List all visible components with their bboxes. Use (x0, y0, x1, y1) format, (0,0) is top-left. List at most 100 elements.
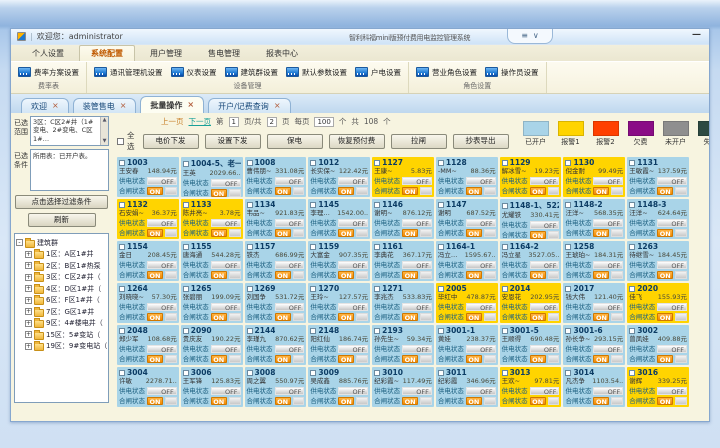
supply-status-value[interactable]: OFF (147, 261, 177, 269)
doc-tab-4[interactable]: 开户/记费查询× (208, 98, 290, 113)
tool-button-6[interactable]: 抄表导出 (453, 134, 509, 149)
meter-card[interactable]: 1155唐海通544.28元供电状态OFF合闸状态ON (181, 241, 243, 281)
meter-card[interactable]: 3008周之翼550.97元供电状态OFF合闸状态ON (245, 367, 307, 407)
supply-status-value[interactable]: OFF (275, 303, 305, 311)
meter-card[interactable]: 2017钱大伟121.40元供电状态OFF合闸状态ON (563, 283, 625, 323)
supply-status-value[interactable]: OFF (275, 219, 305, 227)
meter-checkbox[interactable] (247, 202, 253, 208)
meter-checkbox[interactable] (502, 160, 508, 166)
meter-checkbox[interactable] (565, 202, 571, 208)
tool-button-5[interactable]: 拉闸 (391, 134, 447, 149)
switch-status-value[interactable]: ON (593, 397, 609, 405)
switch-status-value[interactable]: ON (657, 229, 673, 237)
meter-checkbox[interactable] (629, 202, 635, 208)
supply-status-value[interactable]: OFF (402, 261, 432, 269)
meter-card[interactable]: 1270王玲~127.57元供电状态OFF合闸状态ON (308, 283, 370, 323)
meter-card[interactable]: 3001-1黄娃238.37元供电状态OFF合闸状态ON (436, 325, 498, 365)
switch-status-value[interactable]: ON (593, 187, 609, 195)
supply-status-value[interactable]: OFF (275, 261, 305, 269)
supply-status-value[interactable]: OFF (466, 345, 496, 353)
meter-card[interactable]: 3013王欢~97.81元供电状态OFF合闸状态ON (500, 367, 562, 407)
switch-status-value[interactable]: ON (211, 313, 227, 321)
supply-status-value[interactable]: OFF (338, 219, 368, 227)
ribbon-button[interactable]: 默认参数设置 (282, 65, 351, 80)
meter-card[interactable]: 3001-6孙长争~293.15元供电状态OFF合闸状态ON (563, 325, 625, 365)
switch-status-value[interactable]: ON (402, 187, 418, 195)
tree-item[interactable]: +6区：F区1#井（ (25, 295, 107, 305)
supply-status-value[interactable]: OFF (211, 387, 241, 395)
meter-card[interactable]: 2005毕红中478.87元供电状态OFF合闸状态ON (436, 283, 498, 323)
next-page-link[interactable]: 下一页 (189, 116, 212, 127)
meter-checkbox[interactable] (310, 244, 316, 250)
supply-status-value[interactable]: OFF (593, 219, 623, 227)
ribbon-tab-2[interactable]: 系统配置 (79, 45, 135, 61)
supply-status-value[interactable]: OFF (593, 303, 623, 311)
tool-button-3[interactable]: 保电 (267, 134, 323, 149)
meter-checkbox[interactable] (310, 328, 316, 334)
supply-status-value[interactable]: OFF (275, 387, 305, 395)
supply-status-value[interactable]: OFF (466, 219, 496, 227)
meter-checkbox[interactable] (565, 244, 571, 250)
meter-card[interactable]: 2193孙先生~59.34元供电状态OFF合闸状态ON (372, 325, 434, 365)
tool-button-2[interactable]: 设置下发 (205, 134, 261, 149)
switch-status-value[interactable]: ON (530, 271, 546, 279)
switch-status-value[interactable]: ON (338, 187, 354, 195)
meter-checkbox[interactable] (438, 328, 444, 334)
meter-checkbox[interactable] (374, 328, 380, 334)
meter-checkbox[interactable] (119, 286, 125, 292)
meter-card[interactable]: 2090贵庆友190.22元供电状态OFF合闸状态ON (181, 325, 243, 365)
meter-checkbox[interactable] (629, 160, 635, 166)
meter-card[interactable]: 1159大富金907.35元供电状态OFF合闸状态ON (308, 241, 370, 281)
close-icon[interactable]: × (52, 102, 59, 110)
switch-status-value[interactable]: ON (657, 271, 673, 279)
meter-checkbox[interactable] (183, 286, 189, 292)
supply-status-value[interactable]: OFF (530, 303, 560, 311)
switch-status-value[interactable]: ON (147, 271, 163, 279)
meter-card[interactable]: 3004许敏2278.71..供电状态OFF合闸状态ON (117, 367, 179, 407)
meter-card[interactable]: 1164-2冯立星3527.05..供电状态OFF合闸状态ON (500, 241, 562, 281)
meter-card[interactable]: 1131王敏霞~137.59元供电状态OFF合闸状态ON (627, 157, 689, 197)
switch-status-value[interactable]: ON (657, 187, 673, 195)
supply-status-value[interactable]: OFF (657, 219, 687, 227)
switch-status-value[interactable]: ON (530, 187, 546, 195)
ribbon-collapse-icon[interactable]: ≡ (521, 32, 528, 40)
switch-status-value[interactable]: ON (530, 313, 546, 321)
meter-checkbox[interactable] (438, 202, 444, 208)
supply-status-value[interactable]: OFF (147, 387, 177, 395)
tree-item[interactable]: +9区：4#楼电井（ (25, 318, 107, 328)
meter-checkbox[interactable] (247, 328, 253, 334)
meter-card[interactable]: 2048郑少军108.68元供电状态OFF合闸状态ON (117, 325, 179, 365)
supply-status-value[interactable]: OFF (211, 219, 241, 227)
switch-status-value[interactable]: ON (338, 271, 354, 279)
scroll-up-icon[interactable]: ▲ (103, 117, 107, 124)
switch-status-value[interactable]: ON (402, 229, 418, 237)
supply-status-value[interactable]: OFF (211, 303, 241, 311)
expand-icon[interactable]: + (25, 285, 32, 292)
switch-status-value[interactable]: ON (275, 313, 291, 321)
switch-status-value[interactable]: ON (593, 271, 609, 279)
expand-icon[interactable]: + (25, 343, 32, 350)
switch-status-value[interactable]: ON (657, 313, 673, 321)
ribbon-tab-4[interactable]: 售电管理 (197, 46, 251, 61)
meter-card[interactable]: 1148-3汪洋~624.64元供电状态OFF合闸状态ON (627, 199, 689, 239)
meter-checkbox[interactable] (374, 286, 380, 292)
meter-checkbox[interactable] (119, 370, 125, 376)
switch-status-value[interactable]: ON (275, 229, 291, 237)
meter-checkbox[interactable] (502, 203, 508, 209)
meter-checkbox[interactable] (247, 286, 253, 292)
meter-checkbox[interactable] (247, 244, 253, 250)
expand-icon[interactable]: + (25, 251, 32, 258)
switch-status-value[interactable]: ON (275, 271, 291, 279)
meter-card[interactable]: 1132石安娟~36.37元供电状态OFF合闸状态ON (117, 199, 179, 239)
meter-card[interactable]: 1263待继雪~184.45元供电状态OFF合闸状态ON (627, 241, 689, 281)
meter-card[interactable]: 1264刘晓晓~57.30元供电状态OFF合闸状态ON (117, 283, 179, 323)
meter-card[interactable]: 2144李瑾九870.62元供电状态OFF合闸状态ON (245, 325, 307, 365)
meter-card[interactable]: 1129解冰雪~19.23元供电状态OFF合闸状态ON (500, 157, 562, 197)
doc-tab-2[interactable]: 装管售电× (73, 98, 137, 113)
switch-status-value[interactable]: ON (338, 313, 354, 321)
supply-status-value[interactable]: OFF (211, 179, 241, 187)
supply-status-value[interactable]: OFF (466, 303, 496, 311)
switch-status-value[interactable]: ON (275, 187, 291, 195)
meter-card[interactable]: 1161李典花367.17元供电状态OFF合闸状态ON (372, 241, 434, 281)
meter-checkbox[interactable] (374, 370, 380, 376)
